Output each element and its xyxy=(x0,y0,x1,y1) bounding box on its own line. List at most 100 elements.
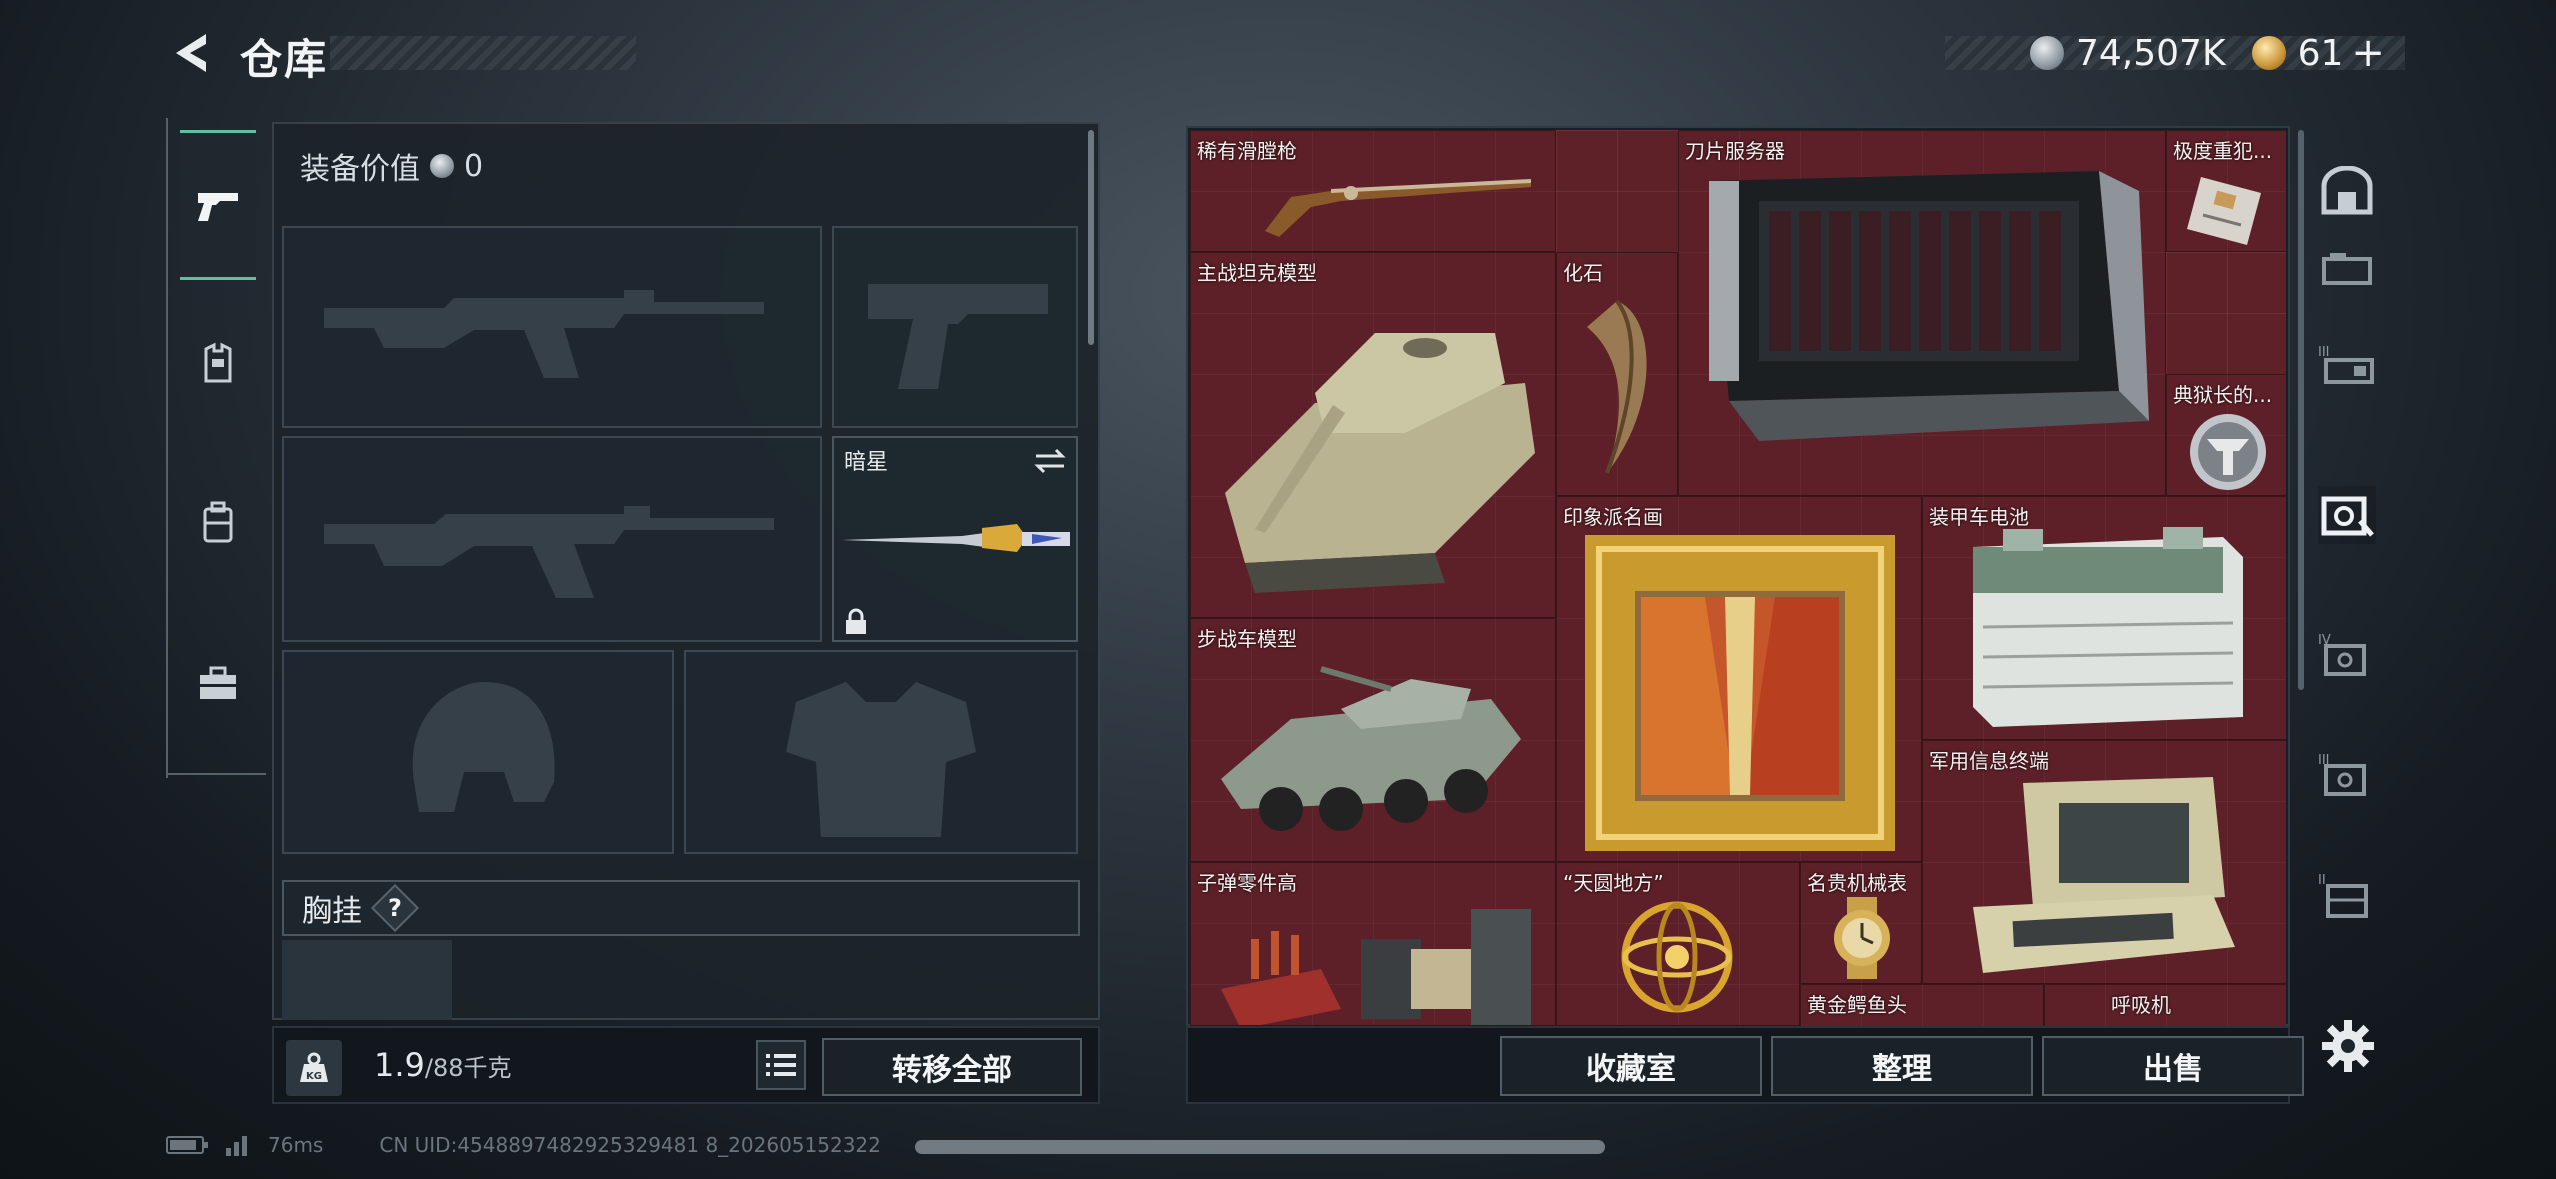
primary-weapon-slot[interactable] xyxy=(282,226,822,428)
stash-item-luxury-watch[interactable]: 名贵机械表 xyxy=(1800,862,1922,984)
stash-item-criminal-file[interactable]: 极度重犯... xyxy=(2166,130,2286,252)
item-label: 稀有滑膛枪 xyxy=(1197,139,1297,163)
silver-coin-icon xyxy=(2030,36,2064,70)
stash-item-golden-crocodile-head[interactable]: 黄金鳄鱼头 xyxy=(1800,984,2044,1026)
storage-box-tier3-icon: III xyxy=(2318,345,2374,384)
watch-icon xyxy=(1834,897,1890,979)
item-label: 呼吸机 xyxy=(2111,993,2171,1017)
category-backpack-tab[interactable] xyxy=(180,448,256,598)
item-label: 装甲车电池 xyxy=(1929,505,2029,529)
sort-button[interactable]: 整理 xyxy=(1771,1036,2033,1096)
chest-rig-slot[interactable] xyxy=(282,940,452,1020)
helmet-silhouette-icon xyxy=(412,682,555,812)
knife-icon xyxy=(842,524,1070,552)
stash-page-5-tab[interactable]: IV xyxy=(2318,626,2376,684)
help-icon: ? xyxy=(388,893,402,922)
claw-fossil-icon xyxy=(1587,299,1647,474)
equipment-value-label: 装备价值 xyxy=(300,152,420,187)
terminal-icon xyxy=(1973,777,2235,973)
item-label: “天圆地方” xyxy=(1563,871,1664,895)
ping-readout: 76ms xyxy=(268,1133,324,1157)
vault-icon xyxy=(2321,166,2373,215)
weight-current: 1.9 xyxy=(374,1046,425,1084)
equipment-value-amount: 0 xyxy=(464,148,484,184)
item-label: 印象派名画 xyxy=(1563,505,1663,529)
musket-icon xyxy=(1265,179,1531,237)
stash-item-blade-server[interactable]: 刀片服务器 xyxy=(1678,130,2166,496)
body-armor-slot[interactable] xyxy=(684,650,1078,854)
helmet-slot[interactable] xyxy=(282,650,674,854)
svg-text:II: II xyxy=(2318,873,2326,888)
gold-coin-icon xyxy=(2251,36,2286,70)
collection-room-button[interactable]: 收藏室 xyxy=(1500,1036,1762,1096)
stash-item-warden-badge[interactable]: 典狱长的... xyxy=(2166,374,2286,496)
vest-icon xyxy=(204,342,232,383)
category-armor-tab[interactable] xyxy=(180,288,256,438)
stash-item-impressionist-painting[interactable]: 印象派名画 xyxy=(1556,496,1922,862)
apc-icon xyxy=(1221,666,1521,831)
equipment-scrollbar[interactable] xyxy=(1088,130,1094,345)
swap-icon[interactable] xyxy=(1032,446,1068,476)
badge-icon xyxy=(2190,414,2266,490)
home-indicator[interactable] xyxy=(915,1140,1605,1154)
stash-page-4-tab[interactable] xyxy=(2318,486,2376,544)
stash-page-3-tab[interactable]: III xyxy=(2318,336,2376,394)
weight-icon: KG xyxy=(286,1040,342,1096)
stash-item-tank-model[interactable]: 主战坦克模型 xyxy=(1190,252,1556,618)
list-view-button[interactable] xyxy=(756,1040,806,1090)
category-tools-tab[interactable] xyxy=(180,608,256,758)
title-decoration xyxy=(330,36,636,70)
rifle-silhouette-icon xyxy=(324,290,764,378)
weight-unit: 千克 xyxy=(463,1054,512,1082)
storage-box-icon xyxy=(2322,253,2372,285)
back-arrow-icon[interactable] xyxy=(168,28,218,78)
status-bar: 76ms CN UID:4548897482925329481 8_202605… xyxy=(166,1128,881,1162)
melee-slot[interactable]: 暗星 xyxy=(832,436,1078,642)
stash-item-armillary-sphere[interactable]: “天圆地方” xyxy=(1556,862,1800,1026)
svg-text:KG: KG xyxy=(306,1071,322,1082)
locker-tier2-icon: II xyxy=(2318,873,2368,918)
stash-item-military-terminal[interactable]: 军用信息终端 xyxy=(1922,740,2286,984)
equipment-value: 装备价值 0 xyxy=(300,144,483,188)
chest-rig-header: 胸挂 ? xyxy=(282,880,1080,936)
stash-item-fossil[interactable]: 化石 xyxy=(1556,252,1678,496)
item-label: 子弹零件高 xyxy=(1197,871,1297,895)
stash-page-2-tab[interactable] xyxy=(2318,240,2376,298)
transfer-all-button[interactable]: 转移全部 xyxy=(822,1038,1082,1096)
item-label: 主战坦克模型 xyxy=(1197,261,1317,285)
stash-page-7-tab[interactable]: II xyxy=(2318,866,2376,924)
stash-page-6-tab[interactable]: III xyxy=(2318,746,2376,804)
currency-bar: 74,507K 61 + xyxy=(2030,28,2385,78)
stash-page-1-tab[interactable] xyxy=(2318,162,2376,220)
category-weapons-tab[interactable] xyxy=(180,130,256,280)
stash-item-ventilator[interactable]: 呼吸机 xyxy=(2044,984,2286,1026)
server-icon xyxy=(1709,171,2149,441)
svg-text:III: III xyxy=(2318,345,2330,360)
item-label: 黄金鳄鱼头 xyxy=(1807,993,1907,1017)
item-label: 步战车模型 xyxy=(1197,627,1297,651)
stash-page-rail: III IV III II xyxy=(2306,126,2388,1026)
document-icon xyxy=(2187,177,2261,245)
add-currency-button[interactable]: + xyxy=(2351,30,2385,76)
weight-readout: 1.9/88千克 xyxy=(374,1046,512,1084)
list-icon xyxy=(766,1054,796,1076)
help-button[interactable]: ? xyxy=(370,883,420,933)
rail-divider xyxy=(166,773,266,775)
stash-item-ifv-model[interactable]: 步战车模型 xyxy=(1190,618,1556,862)
player-uid: CN UID:4548897482925329481 8_20260515232… xyxy=(379,1133,881,1157)
toolbox-icon xyxy=(200,666,236,699)
settings-gear-icon[interactable] xyxy=(2318,1016,2378,1076)
stash-item-musket[interactable]: 稀有滑膛枪 xyxy=(1190,130,1556,252)
sell-button[interactable]: 出售 xyxy=(2042,1036,2304,1096)
melee-item-name: 暗星 xyxy=(844,450,889,475)
stash-item-armored-battery[interactable]: 装甲车电池 xyxy=(1922,496,2286,740)
armillary-icon xyxy=(1621,901,1733,1013)
battery-icon xyxy=(1973,527,2243,727)
safe-active-icon xyxy=(2321,496,2374,537)
stash-scrollbar[interactable] xyxy=(2298,130,2304,690)
secondary-weapon-slot[interactable] xyxy=(282,436,822,642)
equipment-category-rail xyxy=(166,118,264,778)
weight-max: /88 xyxy=(424,1054,464,1082)
stash-item-ammo-parts[interactable]: 子弹零件高 xyxy=(1190,862,1556,1026)
pistol-slot[interactable] xyxy=(832,226,1078,428)
